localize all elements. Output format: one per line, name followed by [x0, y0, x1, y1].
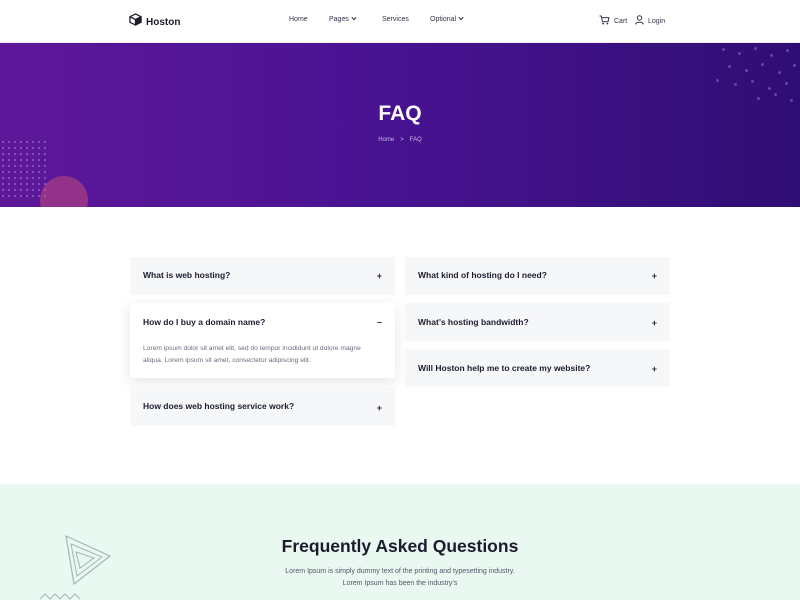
nav-services-label: Services: [382, 16, 409, 23]
cart-icon: [599, 15, 610, 27]
faq-question: What’s hosting bandwidth?: [418, 317, 529, 327]
section-description-line: Lorem Ipsum is simply dummy text of the …: [285, 568, 515, 575]
page-title: FAQ: [378, 102, 422, 125]
breadcrumb: Home > FAQ: [0, 137, 800, 143]
nav-home[interactable]: Home: [289, 16, 308, 23]
faq-question: How do I buy a domain name?: [143, 317, 266, 327]
chevron-down-icon: [351, 16, 357, 23]
breadcrumb-home[interactable]: Home: [378, 137, 394, 143]
breadcrumb-current: FAQ: [409, 137, 422, 143]
faq-question: What is web hosting?: [143, 270, 231, 280]
plus-icon[interactable]: +: [652, 318, 657, 328]
page-hero: FAQ Home > FAQ: [0, 43, 800, 207]
breadcrumb-separator: >: [400, 137, 404, 143]
faq-question: What kind of hosting do I need?: [418, 270, 547, 280]
faq-intro-section: Frequently Asked Questions Lorem Ipsum i…: [0, 484, 800, 600]
faq-answer: Lorem ipsum dolor sit amet elit, sed do …: [143, 345, 361, 364]
cart-label: Cart: [614, 17, 628, 25]
nav-pages[interactable]: Pages: [329, 16, 357, 23]
faq-item[interactable]: Will Hoston help me to create my website…: [405, 349, 670, 387]
login-label: Login: [648, 17, 666, 25]
faq-item[interactable]: What is web hosting? +: [130, 257, 395, 295]
faq-question: Will Hoston help me to create my website…: [418, 363, 591, 373]
faq-item[interactable]: What’s hosting bandwidth? +: [405, 303, 670, 341]
section-title: Frequently Asked Questions: [281, 536, 519, 556]
nav-home-label: Home: [289, 16, 308, 23]
nav-services[interactable]: Services: [382, 16, 409, 23]
minus-icon[interactable]: –: [377, 317, 382, 327]
main-nav: Home Pages Services Optional: [0, 16, 800, 28]
faq-question: How does web hosting service work?: [143, 401, 295, 411]
faq-item-expanded[interactable]: How do I buy a domain name? – Lorem ipsu…: [130, 303, 395, 378]
nav-pages-label: Pages: [329, 16, 349, 23]
site-header: Hoston Home Pages Services Optional Cart…: [0, 0, 800, 43]
section-description: Lorem Ipsum is simply dummy text of the …: [0, 566, 800, 589]
cart-link[interactable]: Cart: [599, 15, 627, 27]
chevron-down-icon: [458, 16, 464, 23]
plus-icon[interactable]: +: [377, 403, 382, 413]
zigzag-decoration-icon: [39, 588, 81, 600]
plus-icon[interactable]: +: [652, 271, 657, 281]
faq-item[interactable]: What kind of hosting do I need? +: [405, 257, 670, 295]
section-description-line: Lorem Ipsum has been the industry’s: [342, 579, 458, 587]
login-link[interactable]: Login: [635, 15, 665, 27]
plus-icon[interactable]: +: [377, 271, 382, 281]
plus-icon[interactable]: +: [652, 364, 657, 374]
nav-optional[interactable]: Optional: [430, 16, 464, 23]
nav-optional-label: Optional: [430, 16, 457, 23]
faq-item[interactable]: How does web hosting service work? +: [130, 388, 395, 426]
user-icon: [635, 15, 644, 27]
